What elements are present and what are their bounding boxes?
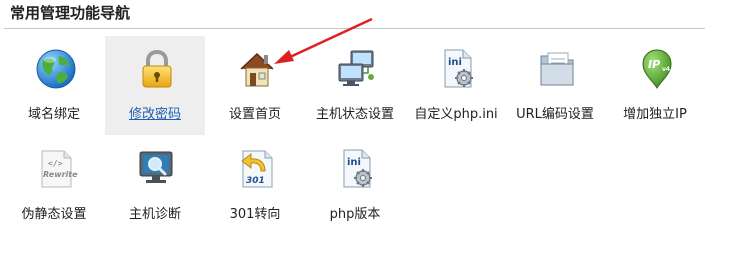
- globe-icon: [34, 47, 78, 91]
- nav-item-set-homepage[interactable]: 设置首页: [205, 36, 305, 135]
- home-icon: [235, 47, 279, 91]
- monitor-magnifier-icon: [135, 147, 179, 191]
- nav-item-label: 设置首页: [228, 107, 281, 122]
- title-divider: [4, 28, 705, 29]
- nav-item-label: 域名绑定: [27, 107, 80, 122]
- nav-item-domain-binding[interactable]: 域名绑定: [4, 36, 104, 135]
- nav-item-label: URL编码设置: [516, 107, 594, 122]
- svg-text:ini: ini: [448, 57, 462, 68]
- folder-document-icon: [535, 47, 579, 91]
- ipv4-location-pin-icon: IP v4: [635, 47, 679, 91]
- nav-item-change-password[interactable]: 修改密码: [105, 36, 205, 135]
- svg-text:301: 301: [246, 176, 265, 186]
- nav-item-add-dedicated-ip[interactable]: IP v4 增加独立IP: [605, 36, 705, 135]
- svg-text:Rewrite: Rewrite: [43, 170, 78, 179]
- nav-item-label: 自定义php.ini: [414, 107, 498, 122]
- nav-item-rewrite-settings[interactable]: </> Rewrite 伪静态设置: [4, 136, 104, 235]
- network-computers-icon: [335, 47, 379, 91]
- nav-item-url-encoding[interactable]: URL编码设置: [505, 36, 605, 135]
- nav-item-host-status[interactable]: 主机状态设置: [305, 36, 405, 135]
- padlock-icon: [135, 47, 179, 91]
- svg-text:</>: </>: [48, 159, 63, 168]
- redirect-301-arrow-icon: 301: [235, 147, 279, 191]
- svg-text:v4: v4: [662, 66, 670, 73]
- nav-item-label: 301转向: [229, 207, 281, 222]
- nav-item-301-redirect[interactable]: 301 301转向: [205, 136, 305, 235]
- ini-file-gear-icon: ini: [436, 47, 480, 91]
- nav-item-label: 伪静态设置: [21, 207, 87, 222]
- nav-item-label: php版本: [329, 207, 381, 222]
- nav-item-custom-php-ini[interactable]: ini 自定义php.ini: [406, 36, 506, 135]
- rewrite-code-file-icon: </> Rewrite: [34, 147, 78, 191]
- nav-item-label: 主机诊断: [128, 207, 181, 222]
- nav-item-label: 增加独立IP: [623, 107, 687, 122]
- section-title: 常用管理功能导航: [10, 4, 131, 22]
- nav-item-label: 修改密码: [128, 107, 181, 122]
- ini-file-gear-icon: ini: [335, 147, 379, 191]
- svg-text:ini: ini: [347, 157, 361, 168]
- svg-text:IP: IP: [648, 58, 660, 71]
- nav-item-host-diagnosis[interactable]: 主机诊断: [105, 136, 205, 235]
- nav-item-php-version[interactable]: ini php版本: [305, 136, 405, 235]
- nav-item-label: 主机状态设置: [315, 107, 394, 122]
